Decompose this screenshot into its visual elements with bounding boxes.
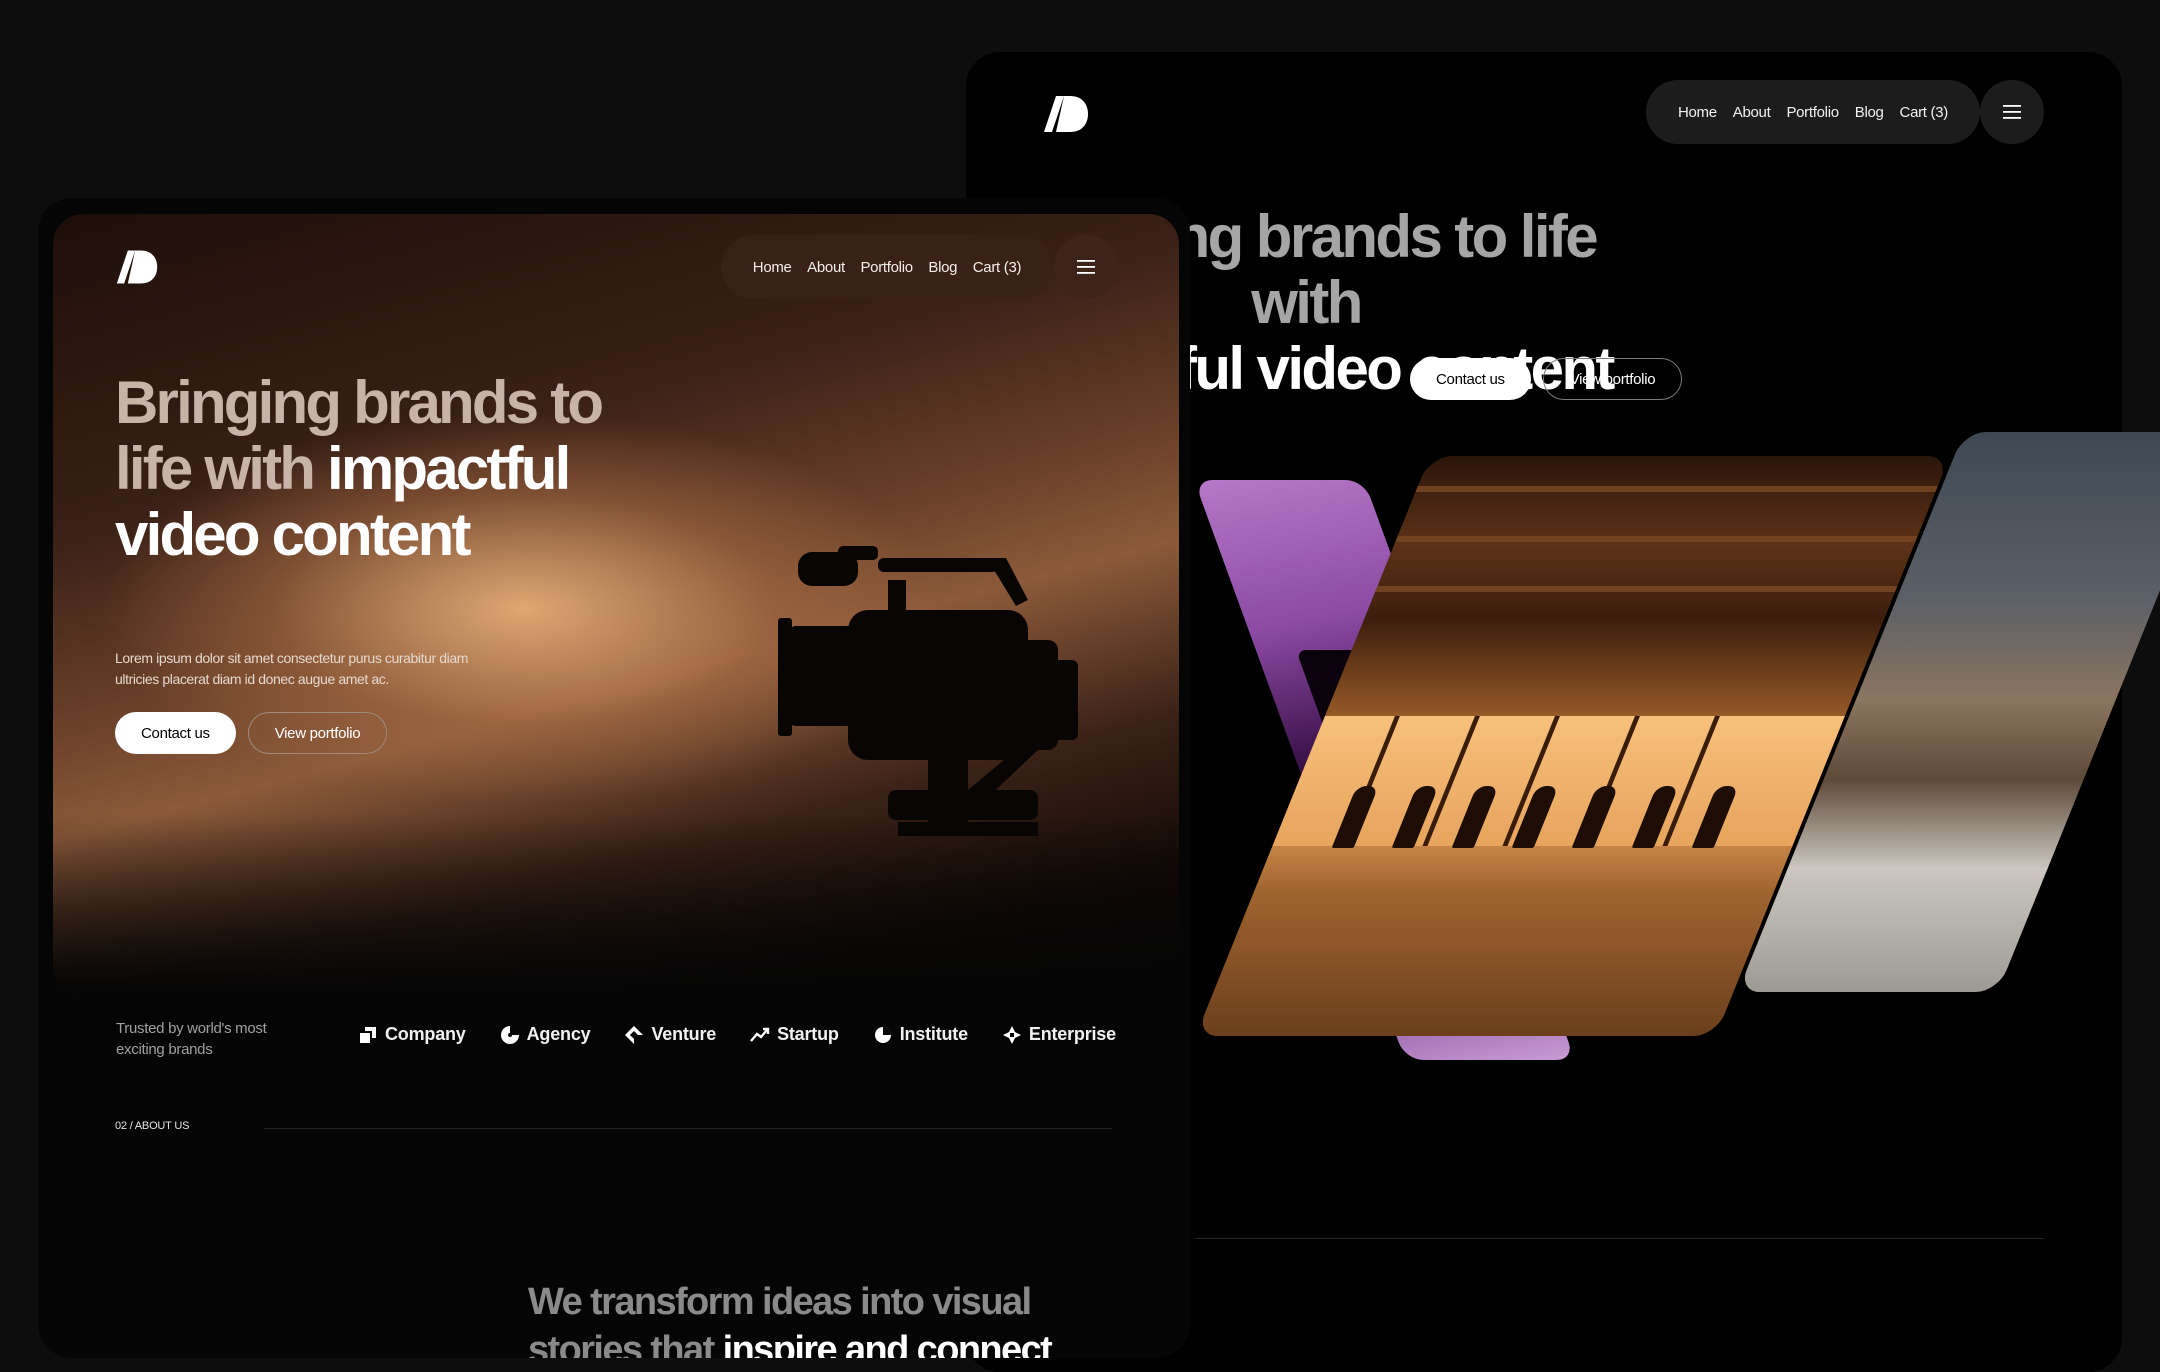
menu-button[interactable] (1980, 80, 2044, 144)
hamburger-icon (2003, 105, 2021, 119)
brand-venture: Venture (624, 1024, 716, 1045)
front-page-preview: Home About Portfolio Blog Cart (3) Bring… (38, 198, 1190, 1358)
about-bright: inspire and connect (722, 1329, 1053, 1358)
hero-section (53, 214, 1179, 994)
nav-cart[interactable]: Cart (3) (1900, 104, 1949, 121)
hero-description: Lorem ipsum dolor sit amet consectetur p… (115, 650, 469, 687)
venture-logo-icon (625, 1025, 644, 1044)
brand-logo-icon[interactable] (115, 248, 159, 286)
company-logo-icon (360, 1026, 376, 1043)
nav-home[interactable]: Home (1678, 104, 1717, 121)
section-tag: 02 / ABOUT US (115, 1120, 190, 1132)
top-nav: Home About Portfolio Blog Cart (3) (721, 235, 1053, 299)
brand-enterprise: Enterprise (1002, 1024, 1116, 1045)
nav-blog[interactable]: Blog (1855, 104, 1884, 121)
nav-portfolio[interactable]: Portfolio (860, 259, 913, 276)
agency-logo-icon (500, 1025, 519, 1044)
brand-logo-icon[interactable] (1042, 94, 1090, 134)
nav-home[interactable]: Home (753, 259, 792, 276)
nav-about[interactable]: About (1733, 104, 1771, 121)
brand-institute: Institute (873, 1024, 968, 1045)
contact-button[interactable]: Contact us (115, 712, 236, 754)
brand-agency: Agency (500, 1024, 591, 1045)
hero-actions: Contact us View portfolio (1410, 358, 1683, 400)
camera-silhouette (778, 546, 1078, 836)
hamburger-icon (1077, 260, 1095, 274)
nav-portfolio[interactable]: Portfolio (1786, 104, 1839, 121)
trusted-by-label: Trusted by world's most exciting brands (116, 1020, 267, 1058)
nav-about[interactable]: About (807, 259, 845, 276)
nav-cart[interactable]: Cart (3) (973, 259, 1022, 276)
brand-company: Company (358, 1024, 466, 1045)
top-nav: Home About Portfolio Blog Cart (3) (1646, 80, 1980, 144)
section-divider (264, 1128, 1112, 1129)
menu-button[interactable] (1054, 235, 1118, 299)
nav-blog[interactable]: Blog (928, 259, 957, 276)
institute-logo-icon (874, 1026, 891, 1043)
view-portfolio-button[interactable]: View portfolio (247, 712, 388, 754)
startup-logo-icon (750, 1027, 770, 1042)
contact-button[interactable]: Contact us (1410, 358, 1531, 400)
brand-startup: Startup (750, 1024, 839, 1045)
brand-logos: Company Agency Venture Startup Institute… (358, 1024, 1116, 1045)
about-headline: We transform ideas into visual stories t… (528, 1278, 1128, 1358)
hero-actions: Contact us View portfolio (115, 712, 388, 754)
section-divider (1194, 1238, 2044, 1239)
enterprise-logo-icon (1002, 1025, 1021, 1044)
hero-headline: Bringing brands to life with impactful v… (115, 370, 635, 568)
view-portfolio-button[interactable]: View portfolio (1542, 358, 1683, 400)
